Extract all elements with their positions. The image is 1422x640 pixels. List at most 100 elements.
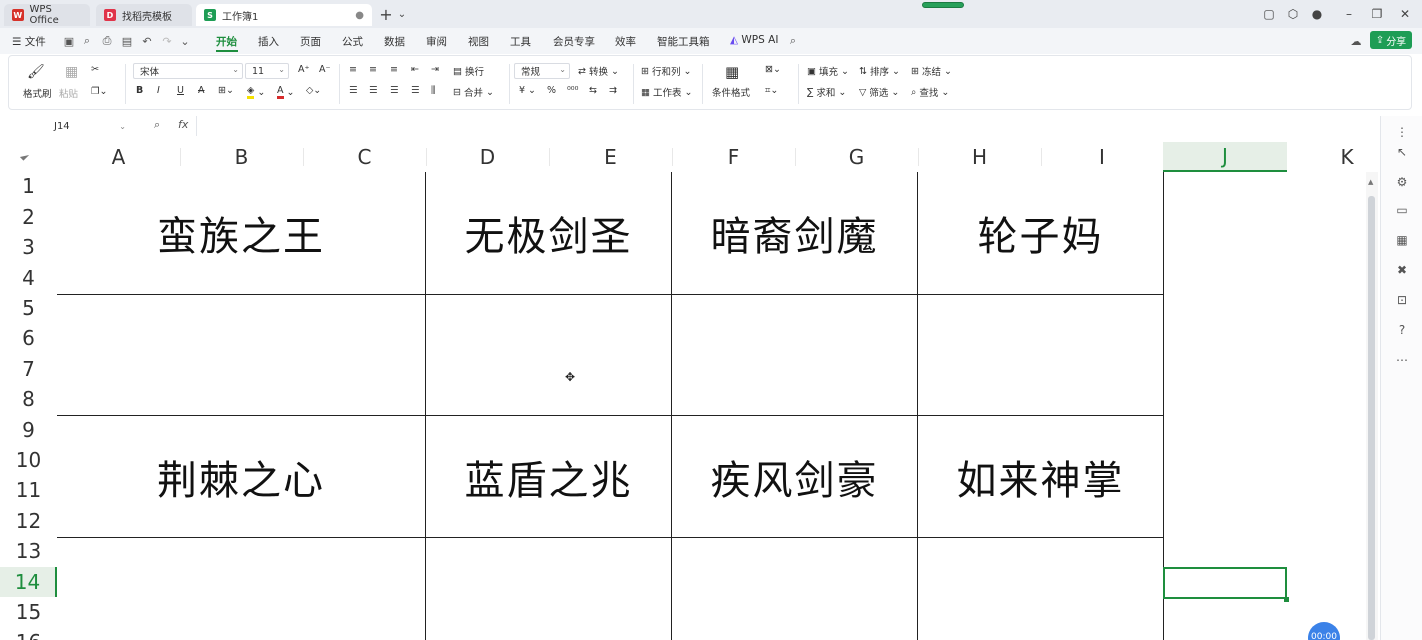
decimal-decrease-icon[interactable]: ⇉: [609, 85, 617, 96]
row-header-13[interactable]: 13: [0, 536, 57, 566]
row-header-3[interactable]: 3: [0, 232, 57, 262]
row-header-1[interactable]: 1: [0, 171, 57, 201]
merged-cell[interactable]: 无极剑圣: [426, 172, 671, 294]
row-header-15[interactable]: 15: [0, 597, 57, 627]
tab-smart-toolbox[interactable]: 智能工具箱: [657, 34, 710, 49]
indent-increase-icon[interactable]: ⇥: [431, 64, 439, 75]
row-header-5[interactable]: 5: [0, 293, 57, 323]
collapse-icon[interactable]: ⋮: [1394, 124, 1410, 140]
merged-cell[interactable]: 暗裔剑魔: [672, 172, 917, 294]
cloud-icon[interactable]: ☁: [1349, 34, 1363, 48]
row-header-6[interactable]: 6: [0, 323, 57, 353]
row-header-9[interactable]: 9: [0, 415, 57, 445]
column-header-c[interactable]: C: [303, 142, 426, 172]
column-header-g[interactable]: G: [795, 142, 918, 172]
find-button[interactable]: ⌕ 查找 ⌄: [911, 85, 949, 100]
settings-slider-icon[interactable]: ⚙: [1394, 174, 1410, 190]
align-bottom-icon[interactable]: ≡: [390, 64, 398, 75]
row-header-8[interactable]: 8: [0, 384, 57, 414]
pointer-icon[interactable]: ↖: [1394, 144, 1410, 160]
quick-access-chevron-icon[interactable]: ⌄: [178, 34, 192, 48]
tab-member[interactable]: 会员专享: [553, 34, 595, 49]
number-format-select[interactable]: 常规 ⌄: [514, 63, 570, 79]
fx-icon[interactable]: fx: [178, 118, 188, 131]
paste-icon[interactable]: ▦: [65, 64, 78, 80]
save-icon[interactable]: ▣: [62, 34, 76, 48]
clear-format-icon[interactable]: ◇⌄: [306, 85, 321, 96]
row-header-4[interactable]: 4: [0, 263, 57, 293]
column-header-a[interactable]: A: [57, 142, 180, 172]
tab-wps-office[interactable]: W WPS Office: [4, 4, 90, 26]
row-header-12[interactable]: 12: [0, 506, 57, 536]
export-icon[interactable]: ⌕: [80, 34, 94, 48]
align-center-icon[interactable]: ☰: [369, 85, 378, 96]
fill-button[interactable]: ▣ 填充 ⌄: [807, 64, 849, 79]
column-header-b[interactable]: B: [180, 142, 303, 172]
name-box[interactable]: J14 ⌄: [8, 116, 130, 136]
tab-home[interactable]: 开始: [216, 34, 237, 49]
distribute-icon[interactable]: ⫼: [431, 85, 435, 96]
align-right-icon[interactable]: ☰: [390, 85, 399, 96]
rows-cols-button[interactable]: ⊞ 行和列 ⌄: [641, 64, 691, 79]
row-header-10[interactable]: 10: [0, 445, 57, 475]
book-icon[interactable]: ⊡: [1394, 292, 1410, 308]
undo-icon[interactable]: ↶: [140, 34, 154, 48]
cube-icon[interactable]: ⬡: [1285, 6, 1301, 22]
fill-handle[interactable]: [1284, 597, 1289, 602]
tab-efficiency[interactable]: 效率: [615, 34, 636, 49]
tab-tools[interactable]: 工具: [510, 34, 531, 49]
comment-icon[interactable]: ▭: [1394, 202, 1410, 218]
merged-cell[interactable]: 蛮族之王: [57, 172, 425, 294]
underline-button[interactable]: U: [177, 85, 184, 96]
tab-insert[interactable]: 插入: [258, 34, 279, 49]
column-header-f[interactable]: F: [672, 142, 795, 172]
tab-formula[interactable]: 公式: [342, 34, 363, 49]
selected-cell[interactable]: [1163, 567, 1287, 599]
conditional-format-icon[interactable]: ▦: [725, 63, 739, 81]
align-middle-icon[interactable]: ≡: [369, 64, 377, 75]
print-icon[interactable]: ⎙: [100, 34, 114, 48]
convert-button[interactable]: ⇄ 转换 ⌄: [578, 64, 619, 79]
merged-cell[interactable]: 如来神掌: [918, 416, 1163, 537]
tab-unsaved-dot-icon[interactable]: ●: [355, 10, 364, 21]
help-icon[interactable]: ?: [1394, 322, 1410, 338]
border-icon[interactable]: ⊞⌄: [218, 85, 234, 96]
font-name-select[interactable]: 宋体 ⌄: [133, 63, 243, 79]
align-top-icon[interactable]: ≡: [349, 64, 357, 75]
tab-list-chevron-icon[interactable]: ⌄: [394, 6, 410, 22]
font-grow-icon[interactable]: A⁺: [298, 64, 310, 75]
tab-review[interactable]: 审阅: [426, 34, 447, 49]
indent-decrease-icon[interactable]: ⇤: [411, 64, 419, 75]
format-painter-icon[interactable]: 🖌: [27, 64, 45, 80]
vertical-scrollbar[interactable]: ▲: [1366, 172, 1378, 640]
wps-ai-button[interactable]: ◭ WPS AI: [730, 34, 778, 46]
sort-button[interactable]: ⇅ 排序 ⌄: [859, 64, 900, 79]
conditional-format-button[interactable]: 条件格式: [712, 85, 750, 99]
merged-cell[interactable]: 蓝盾之兆: [426, 416, 671, 537]
share-button[interactable]: ⇪ 分享: [1370, 31, 1412, 49]
column-header-k[interactable]: K: [1287, 142, 1380, 172]
worksheet-button[interactable]: ▦ 工作表 ⌄: [641, 85, 692, 100]
column-header-d[interactable]: D: [426, 142, 549, 172]
column-header-i[interactable]: I: [1041, 142, 1163, 172]
table-style-icon[interactable]: ⌗⌄: [765, 85, 778, 96]
merge-button[interactable]: ⊟ 合并 ⌄: [453, 85, 494, 100]
font-shrink-icon[interactable]: A⁻: [319, 64, 331, 75]
close-icon[interactable]: ✕: [1397, 6, 1413, 22]
decimal-increase-icon[interactable]: ⇆: [589, 85, 597, 96]
paste-button[interactable]: 粘贴: [59, 86, 78, 100]
merged-cell[interactable]: 疾风剑豪: [672, 416, 917, 537]
tab-data[interactable]: 数据: [384, 34, 405, 49]
window-tile-icon[interactable]: ▢: [1261, 6, 1277, 22]
zoom-icon[interactable]: ⌕: [154, 118, 160, 132]
restore-icon[interactable]: ❐: [1369, 6, 1385, 22]
align-justify-icon[interactable]: ☰: [411, 85, 420, 96]
font-size-select[interactable]: 11 ⌄: [245, 63, 289, 79]
formula-input[interactable]: [196, 116, 1373, 136]
percent-button[interactable]: %: [547, 85, 556, 96]
italic-button[interactable]: I: [157, 85, 160, 96]
tab-template[interactable]: D 找稻壳模板: [96, 4, 192, 26]
cell-style-icon[interactable]: ⊠⌄: [765, 64, 781, 75]
chart-icon[interactable]: ▦: [1394, 232, 1410, 248]
row-header-14[interactable]: 14: [0, 567, 57, 597]
